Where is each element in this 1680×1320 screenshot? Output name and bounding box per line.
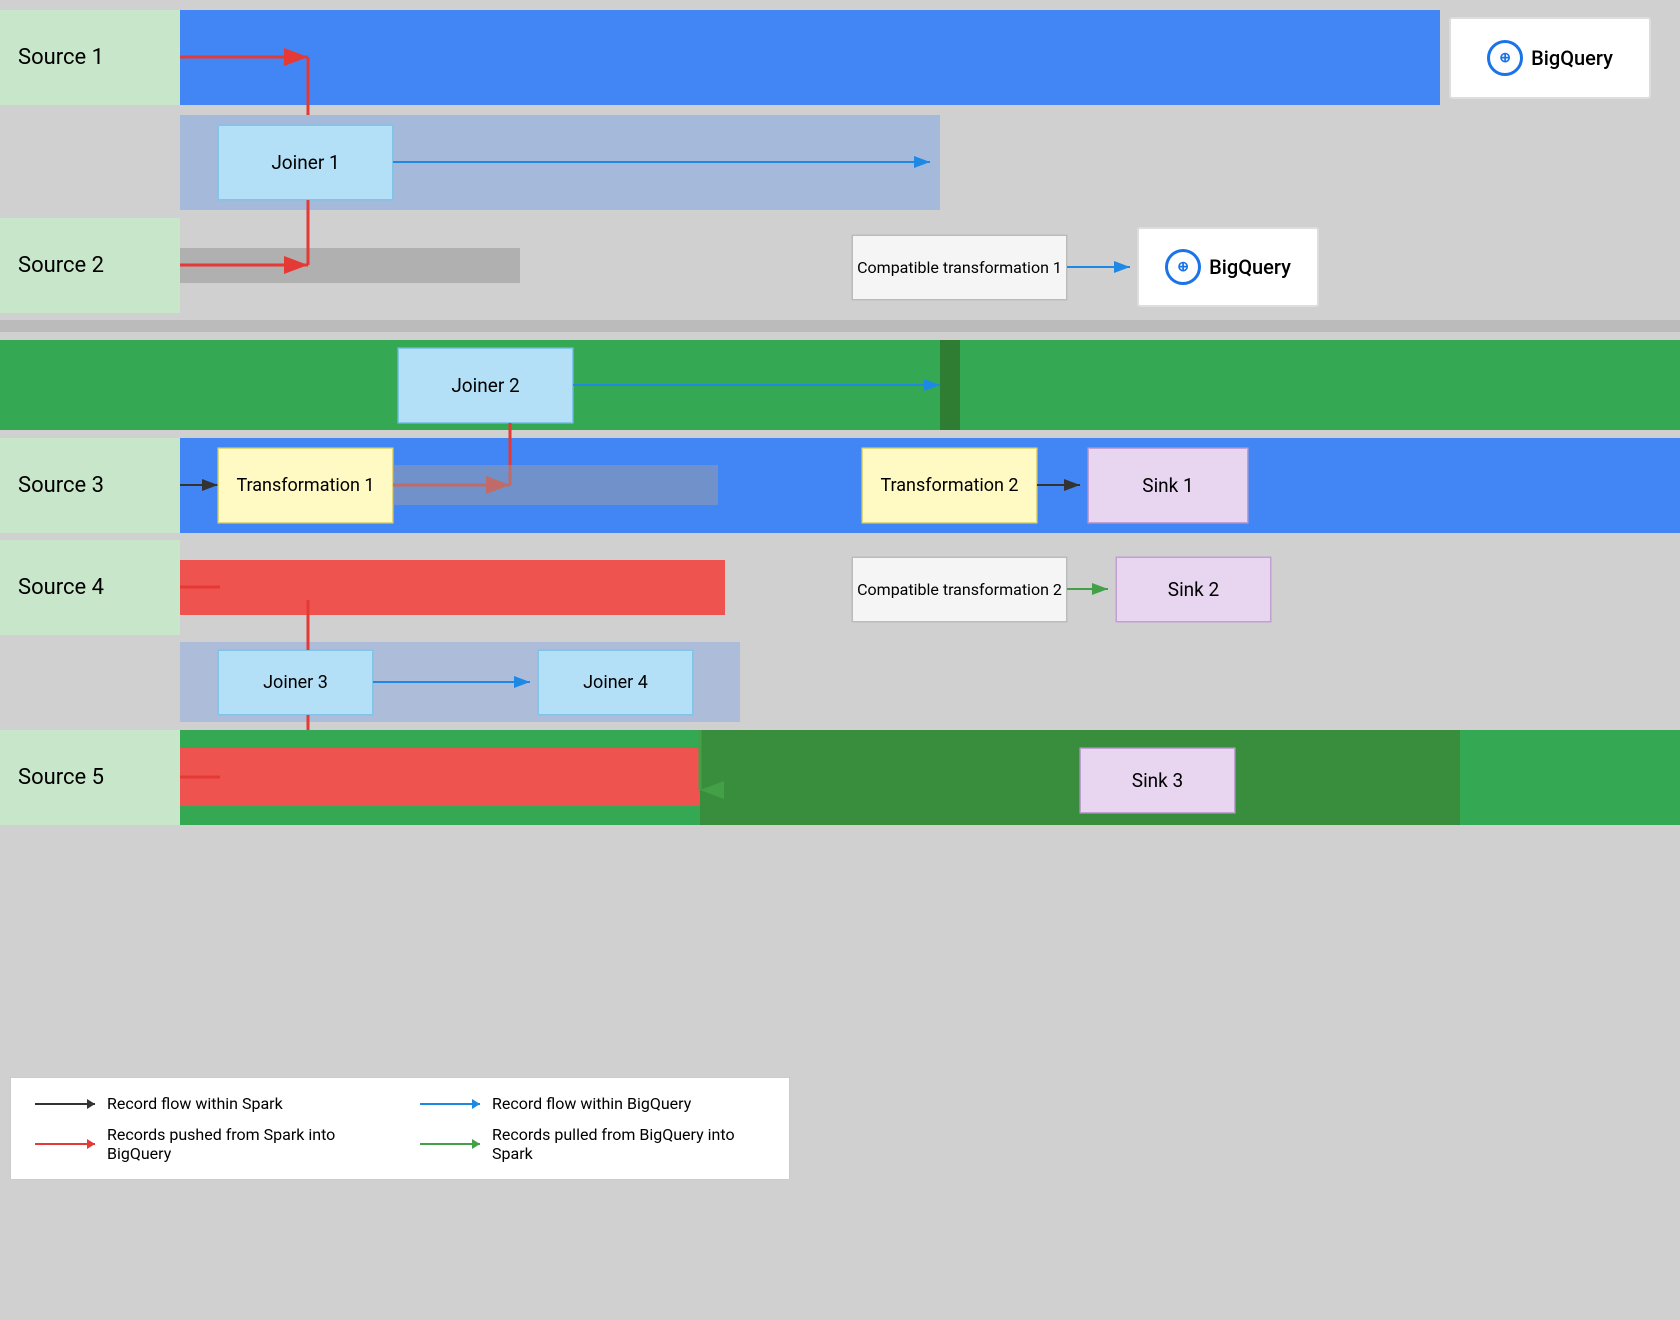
bigquery2-icon: ⊕	[1165, 249, 1201, 285]
sink2-node: Sink 2	[1116, 557, 1271, 622]
legend-item-red: Records pushed from Spark into BigQuery	[35, 1125, 380, 1163]
legend-arrow-green	[420, 1143, 480, 1145]
source3-label: Source 3	[0, 438, 180, 533]
bigquery2-node: ⊕ BigQuery	[1138, 228, 1318, 306]
sink3-node: Sink 3	[1080, 748, 1235, 813]
legend-item-blue: Record flow within BigQuery	[420, 1094, 765, 1113]
joiner4-node: Joiner 4	[538, 650, 693, 715]
legend-item-black: Record flow within Spark	[35, 1094, 380, 1113]
source1-label: Source 1	[0, 10, 180, 105]
joiner1-node: Joiner 1	[218, 125, 393, 200]
bigquery1-icon: ⊕	[1487, 40, 1523, 76]
bigquery1-text: BigQuery	[1531, 46, 1613, 70]
transform1-node: Transformation 1	[218, 448, 393, 523]
legend-arrow-black	[35, 1103, 95, 1105]
compat-transform1-node: Compatible transformation 1	[852, 235, 1067, 300]
bigquery2-text: BigQuery	[1209, 255, 1291, 279]
source5-label: Source 5	[0, 730, 180, 825]
legend-label-black: Record flow within Spark	[107, 1094, 283, 1113]
compat-transform2-node: Compatible transformation 2	[852, 557, 1067, 622]
source4-label: Source 4	[0, 540, 180, 635]
source2-label: Source 2	[0, 218, 180, 313]
joiner2-node: Joiner 2	[398, 348, 573, 423]
joiner3-node: Joiner 3	[218, 650, 373, 715]
diagram: Source 1 ⊕ BigQuery Joiner 1 Source 2 Co…	[0, 0, 1680, 1200]
transform2-node: Transformation 2	[862, 448, 1037, 523]
legend-label-blue: Record flow within BigQuery	[492, 1094, 691, 1113]
legend-label-green: Records pulled from BigQuery into Spark	[492, 1125, 765, 1163]
legend-arrow-blue	[420, 1103, 480, 1105]
legend-arrow-red	[35, 1143, 95, 1145]
legend: Record flow within Spark Record flow wit…	[10, 1077, 790, 1180]
legend-item-green: Records pulled from BigQuery into Spark	[420, 1125, 765, 1163]
legend-label-red: Records pushed from Spark into BigQuery	[107, 1125, 380, 1163]
bigquery1-node: ⊕ BigQuery	[1450, 18, 1650, 98]
sink1-node: Sink 1	[1088, 448, 1248, 523]
